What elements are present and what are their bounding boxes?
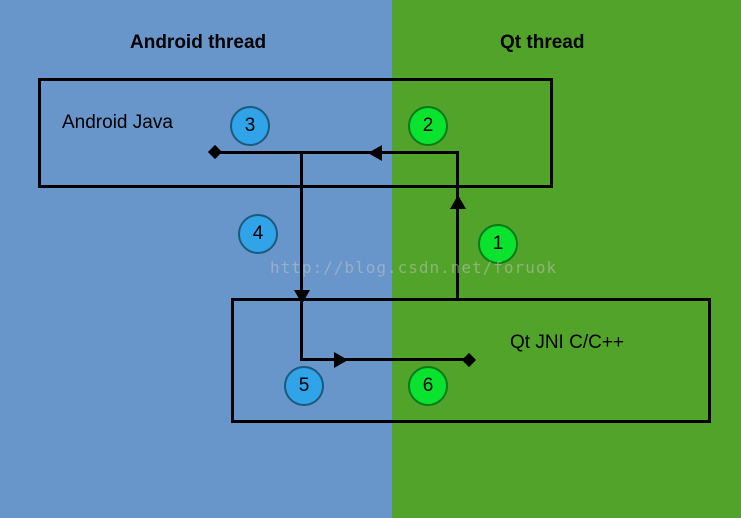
watermark: http://blog.csdn.net/foruok (270, 258, 557, 277)
circle-5-num: 5 (299, 375, 310, 397)
circle-1-num: 1 (493, 233, 504, 255)
arrow-right (334, 352, 348, 368)
circle-4: 4 (238, 214, 278, 254)
circle-6-num: 6 (423, 375, 434, 397)
arrow-down (294, 290, 310, 304)
arrow-left (368, 145, 382, 161)
header-right: Qt thread (500, 32, 584, 54)
header-left: Android thread (130, 32, 266, 54)
circle-2-num: 2 (423, 115, 434, 137)
circle-5: 5 (284, 366, 324, 406)
line-top-horizontal (214, 151, 459, 154)
circle-3-num: 3 (245, 115, 256, 137)
circle-2: 2 (408, 106, 448, 146)
label-android-java: Android Java (62, 112, 173, 134)
circle-3: 3 (230, 106, 270, 146)
line-bottom-horizontal (300, 358, 468, 361)
circle-4-num: 4 (253, 223, 264, 245)
arrow-up (450, 195, 466, 209)
label-qt-jni: Qt JNI C/C++ (510, 332, 624, 354)
line-left-vertical (300, 154, 303, 360)
circle-6: 6 (408, 366, 448, 406)
